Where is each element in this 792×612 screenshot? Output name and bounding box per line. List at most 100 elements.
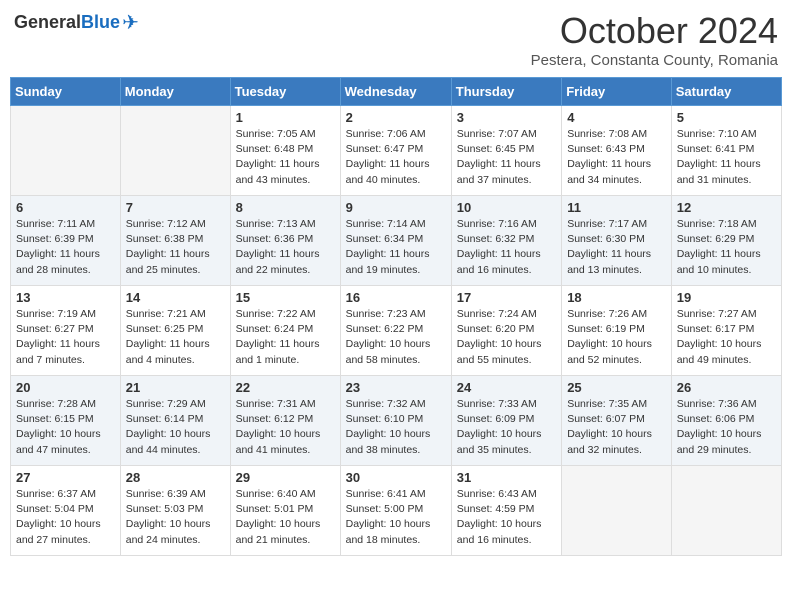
day-info: Sunrise: 7:10 AM Sunset: 6:41 PM Dayligh… [677, 127, 776, 188]
day-info: Sunrise: 7:11 AM Sunset: 6:39 PM Dayligh… [16, 217, 115, 278]
calendar-cell: 25 Sunrise: 7:35 AM Sunset: 6:07 PM Dayli… [562, 376, 672, 466]
calendar-cell: 20Sunrise: 7:28 AM Sunset: 6:15 PM Dayli… [11, 376, 121, 466]
weekday-header-wednesday: Wednesday [340, 78, 451, 106]
day-number: 24 [457, 380, 556, 395]
day-number: 6 [16, 200, 115, 215]
calendar-cell: 6 Sunrise: 7:11 AM Sunset: 6:39 PM Daylig… [11, 196, 121, 286]
calendar-cell: 16Sunrise: 7:23 AM Sunset: 6:22 PM Dayli… [340, 286, 451, 376]
calendar-cell: 29 Sunrise: 6:40 AM Sunset: 5:01 PM Dayli… [230, 466, 340, 556]
day-info: Sunrise: 7:08 AM Sunset: 6:43 PM Dayligh… [567, 127, 666, 188]
day-number: 23 [346, 380, 446, 395]
month-title: October 2024 [531, 10, 778, 52]
day-info: Sunrise: 7:26 AM Sunset: 6:19 PM Dayligh… [567, 307, 666, 368]
calendar-cell: 14Sunrise: 7:21 AM Sunset: 6:25 PM Dayli… [120, 286, 230, 376]
day-info: Sunrise: 7:29 AM Sunset: 6:14 PM Dayligh… [126, 397, 225, 458]
day-info: Sunrise: 7:32 AM Sunset: 6:10 PM Dayligh… [346, 397, 446, 458]
calendar-cell: 18 Sunrise: 7:26 AM Sunset: 6:19 PM Dayli… [562, 286, 672, 376]
day-info: Sunrise: 6:40 AM Sunset: 5:01 PM Dayligh… [236, 487, 335, 548]
day-number: 26 [677, 380, 776, 395]
calendar-cell [11, 106, 121, 196]
calendar-cell: 30 Sunrise: 6:41 AM Sunset: 5:00 PM Dayli… [340, 466, 451, 556]
calendar-cell [671, 466, 781, 556]
day-info: Sunrise: 6:37 AM Sunset: 5:04 PM Dayligh… [16, 487, 115, 548]
day-info: Sunrise: 7:23 AM Sunset: 6:22 PM Dayligh… [346, 307, 446, 368]
day-number: 1 [236, 110, 335, 125]
day-number: 15 [236, 290, 335, 305]
day-info: Sunrise: 7:33 AM Sunset: 6:09 PM Dayligh… [457, 397, 556, 458]
day-info: Sunrise: 7:35 AM Sunset: 6:07 PM Dayligh… [567, 397, 666, 458]
calendar-cell: 24 Sunrise: 7:33 AM Sunset: 6:09 PM Dayli… [451, 376, 561, 466]
day-number: 13 [16, 290, 115, 305]
day-number: 12 [677, 200, 776, 215]
calendar-cell: 11 Sunrise: 7:17 AM Sunset: 6:30 PM Dayli… [562, 196, 672, 286]
calendar-cell: 1 Sunrise: 7:05 AM Sunset: 6:48 PM Daylig… [230, 106, 340, 196]
calendar-cell: 3 Sunrise: 7:07 AM Sunset: 6:45 PM Daylig… [451, 106, 561, 196]
day-number: 11 [567, 200, 666, 215]
weekday-header-monday: Monday [120, 78, 230, 106]
day-number: 2 [346, 110, 446, 125]
calendar-cell: 27 Sunrise: 6:37 AM Sunset: 5:04 PM Dayli… [11, 466, 121, 556]
day-info: Sunrise: 7:22 AM Sunset: 6:24 PM Dayligh… [236, 307, 335, 368]
day-number: 18 [567, 290, 666, 305]
calendar-cell: 13 Sunrise: 7:19 AM Sunset: 6:27 PM Dayli… [11, 286, 121, 376]
day-number: 8 [236, 200, 335, 215]
day-number: 9 [346, 200, 446, 215]
day-number: 22 [236, 380, 335, 395]
weekday-header-row: SundayMondayTuesdayWednesdayThursdayFrid… [11, 78, 782, 106]
day-info: Sunrise: 7:07 AM Sunset: 6:45 PM Dayligh… [457, 127, 556, 188]
day-number: 14 [126, 290, 225, 305]
day-number: 27 [16, 470, 115, 485]
day-number: 7 [126, 200, 225, 215]
calendar-cell: 17Sunrise: 7:24 AM Sunset: 6:20 PM Dayli… [451, 286, 561, 376]
day-info: Sunrise: 7:31 AM Sunset: 6:12 PM Dayligh… [236, 397, 335, 458]
day-info: Sunrise: 6:43 AM Sunset: 4:59 PM Dayligh… [457, 487, 556, 548]
page-header: General Blue ✈ October 2024 Pestera, Con… [10, 10, 782, 69]
day-info: Sunrise: 7:12 AM Sunset: 6:38 PM Dayligh… [126, 217, 225, 278]
calendar-cell: 5 Sunrise: 7:10 AM Sunset: 6:41 PM Daylig… [671, 106, 781, 196]
calendar-cell: 26 Sunrise: 7:36 AM Sunset: 6:06 PM Dayli… [671, 376, 781, 466]
calendar-cell: 10 Sunrise: 7:16 AM Sunset: 6:32 PM Dayli… [451, 196, 561, 286]
day-number: 5 [677, 110, 776, 125]
calendar-cell: 22 Sunrise: 7:31 AM Sunset: 6:12 PM Dayli… [230, 376, 340, 466]
weekday-header-sunday: Sunday [11, 78, 121, 106]
calendar-cell: 7 Sunrise: 7:12 AM Sunset: 6:38 PM Daylig… [120, 196, 230, 286]
location-subtitle: Pestera, Constanta County, Romania [531, 52, 778, 69]
logo-general-text: General [14, 12, 81, 33]
calendar-cell: 8Sunrise: 7:13 AM Sunset: 6:36 PM Daylig… [230, 196, 340, 286]
calendar-cell [562, 466, 672, 556]
calendar-cell: 12Sunrise: 7:18 AM Sunset: 6:29 PM Dayli… [671, 196, 781, 286]
calendar-cell: 31Sunrise: 6:43 AM Sunset: 4:59 PM Dayli… [451, 466, 561, 556]
weekday-header-thursday: Thursday [451, 78, 561, 106]
calendar-cell: 9Sunrise: 7:14 AM Sunset: 6:34 PM Daylig… [340, 196, 451, 286]
calendar-cell: 21Sunrise: 7:29 AM Sunset: 6:14 PM Dayli… [120, 376, 230, 466]
day-info: Sunrise: 7:16 AM Sunset: 6:32 PM Dayligh… [457, 217, 556, 278]
day-number: 25 [567, 380, 666, 395]
day-number: 10 [457, 200, 556, 215]
day-info: Sunrise: 7:28 AM Sunset: 6:15 PM Dayligh… [16, 397, 115, 458]
calendar-week-row: 13 Sunrise: 7:19 AM Sunset: 6:27 PM Dayli… [11, 286, 782, 376]
day-number: 29 [236, 470, 335, 485]
day-info: Sunrise: 7:36 AM Sunset: 6:06 PM Dayligh… [677, 397, 776, 458]
logo: General Blue ✈ [14, 10, 139, 35]
day-number: 30 [346, 470, 446, 485]
day-info: Sunrise: 7:05 AM Sunset: 6:48 PM Dayligh… [236, 127, 335, 188]
calendar-week-row: 20Sunrise: 7:28 AM Sunset: 6:15 PM Dayli… [11, 376, 782, 466]
weekday-header-saturday: Saturday [671, 78, 781, 106]
weekday-header-tuesday: Tuesday [230, 78, 340, 106]
day-number: 3 [457, 110, 556, 125]
calendar-week-row: 27 Sunrise: 6:37 AM Sunset: 5:04 PM Dayli… [11, 466, 782, 556]
title-section: October 2024 Pestera, Constanta County, … [531, 10, 778, 69]
day-info: Sunrise: 6:41 AM Sunset: 5:00 PM Dayligh… [346, 487, 446, 548]
weekday-header-friday: Friday [562, 78, 672, 106]
logo-bird-icon: ✈ [122, 10, 139, 35]
day-info: Sunrise: 7:19 AM Sunset: 6:27 PM Dayligh… [16, 307, 115, 368]
day-info: Sunrise: 7:06 AM Sunset: 6:47 PM Dayligh… [346, 127, 446, 188]
calendar-cell: 2 Sunrise: 7:06 AM Sunset: 6:47 PM Daylig… [340, 106, 451, 196]
day-info: Sunrise: 7:17 AM Sunset: 6:30 PM Dayligh… [567, 217, 666, 278]
calendar-table: SundayMondayTuesdayWednesdayThursdayFrid… [10, 77, 782, 556]
calendar-cell: 19Sunrise: 7:27 AM Sunset: 6:17 PM Dayli… [671, 286, 781, 376]
calendar-week-row: 1 Sunrise: 7:05 AM Sunset: 6:48 PM Daylig… [11, 106, 782, 196]
calendar-cell: 28Sunrise: 6:39 AM Sunset: 5:03 PM Dayli… [120, 466, 230, 556]
calendar-week-row: 6 Sunrise: 7:11 AM Sunset: 6:39 PM Daylig… [11, 196, 782, 286]
logo-blue-text: Blue [81, 12, 120, 33]
